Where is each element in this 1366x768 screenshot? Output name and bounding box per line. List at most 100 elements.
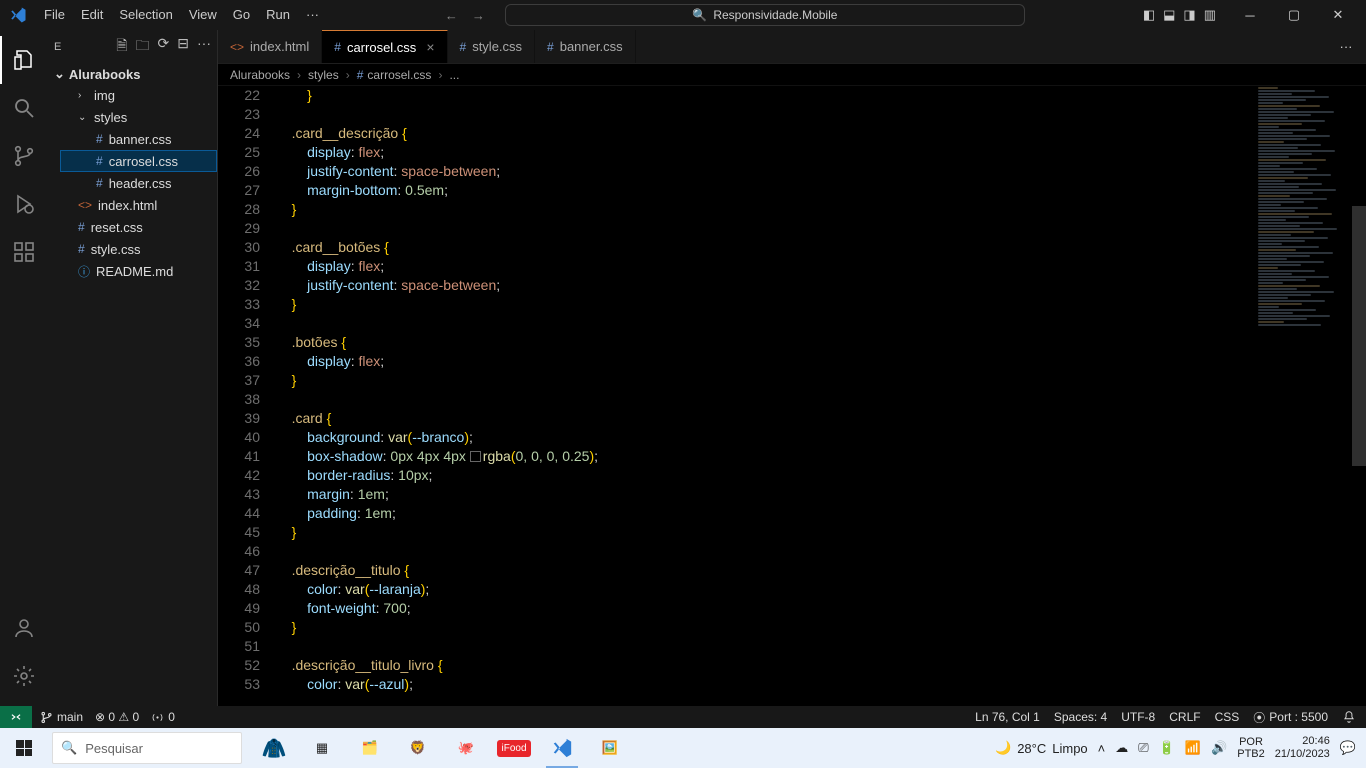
- tree-item-styles[interactable]: ⌄styles: [60, 106, 217, 128]
- taskbar-app-jackets[interactable]: 🧥: [250, 728, 298, 768]
- indentation-status[interactable]: Spaces: 4: [1054, 710, 1107, 724]
- tree-item-carrosel-css[interactable]: #carrosel.css: [60, 150, 217, 172]
- taskbar-app-explorer[interactable]: 🗂️: [346, 728, 394, 768]
- extensions-tab[interactable]: [0, 228, 48, 276]
- window-minimize-button[interactable]: ─: [1228, 0, 1272, 30]
- explorer-tab[interactable]: [0, 36, 48, 84]
- css-file-icon: #: [547, 40, 554, 54]
- root-folder[interactable]: ⌄ Alurabooks: [48, 64, 217, 84]
- scroll-thumb-overview[interactable]: [1352, 206, 1366, 466]
- tab-style-css[interactable]: #style.css: [448, 30, 536, 63]
- taskbar-app-github[interactable]: 🐙: [442, 728, 490, 768]
- language-mode[interactable]: CSS: [1215, 710, 1240, 724]
- window-close-button[interactable]: ✕: [1316, 0, 1360, 30]
- tab-carrosel-css[interactable]: #carrosel.css×: [322, 30, 447, 63]
- tray-onedrive-icon[interactable]: ☁: [1115, 740, 1128, 756]
- tray-wifi-icon[interactable]: 📶: [1185, 740, 1201, 756]
- more-icon[interactable]: ···: [197, 35, 211, 59]
- run-debug-tab[interactable]: [0, 180, 48, 228]
- taskbar-app-ifood[interactable]: iFood: [490, 728, 538, 768]
- breadcrumb-segment[interactable]: #carrosel.css: [357, 68, 432, 82]
- tree-item-img[interactable]: ›img: [60, 84, 217, 106]
- taskbar-search[interactable]: 🔍 Pesquisar: [52, 732, 242, 764]
- code-content[interactable]: } .card__descrição { display: flex; just…: [276, 86, 1366, 706]
- toggle-panel-left-icon[interactable]: ◧: [1143, 7, 1155, 23]
- tab-index-html[interactable]: <>index.html: [218, 30, 322, 63]
- chevron-down-icon: ⌄: [54, 66, 65, 82]
- search-icon: 🔍: [692, 8, 707, 22]
- code-editor[interactable]: 2223242526272829303132333435363738394041…: [218, 86, 1366, 706]
- tree-item-README-md[interactable]: ⓘREADME.md: [60, 260, 217, 282]
- taskbar-app-brave[interactable]: 🦁: [394, 728, 442, 768]
- tray-clock[interactable]: 20:46 21/10/2023: [1275, 735, 1330, 761]
- css-file-icon: #: [96, 176, 103, 190]
- menu-file[interactable]: File: [36, 0, 73, 30]
- customize-layout-icon[interactable]: ▥: [1204, 7, 1216, 23]
- tray-chevron-icon[interactable]: ˄: [1098, 741, 1106, 756]
- notifications-button[interactable]: [1342, 710, 1356, 724]
- menu-go[interactable]: Go: [225, 0, 258, 30]
- breadcrumb-segment[interactable]: ...: [449, 68, 459, 82]
- ports-count: 0: [168, 710, 175, 724]
- tree-item-reset-css[interactable]: #reset.css: [60, 216, 217, 238]
- tree-item-header-css[interactable]: #header.css: [60, 172, 217, 194]
- editor-group: <>index.html#carrosel.css×#style.css#ban…: [218, 30, 1366, 706]
- encoding-status[interactable]: UTF-8: [1121, 710, 1155, 724]
- breadcrumb-separator: ›: [294, 68, 304, 82]
- menu-edit[interactable]: Edit: [73, 0, 111, 30]
- tree-item-label: style.css: [91, 242, 141, 257]
- tray-notifications-icon[interactable]: 💬: [1340, 740, 1356, 756]
- ports-status[interactable]: 0: [151, 710, 175, 724]
- refresh-icon[interactable]: ⟳: [158, 35, 170, 59]
- breadcrumbs[interactable]: Alurabooks›styles›#carrosel.css›...: [218, 64, 1366, 86]
- tab-overflow-button[interactable]: ···: [1326, 30, 1366, 63]
- remote-indicator[interactable]: [0, 706, 32, 728]
- tab-close-icon[interactable]: ×: [422, 39, 434, 55]
- menu-moremoremore[interactable]: ···: [298, 0, 327, 30]
- problems-status[interactable]: ⊗ 0 ⚠ 0: [95, 710, 139, 724]
- new-folder-icon[interactable]: 🗀: [136, 35, 150, 59]
- window-maximize-button[interactable]: ▢: [1272, 0, 1316, 30]
- taskbar-app-photos[interactable]: 🖼️: [586, 728, 634, 768]
- tree-item-index-html[interactable]: <>index.html: [60, 194, 217, 216]
- toggle-panel-right-icon[interactable]: ◨: [1183, 7, 1195, 23]
- nav-forward-icon[interactable]: →: [472, 8, 485, 23]
- collapse-icon[interactable]: ⊟: [177, 35, 189, 59]
- radio-icon: [151, 711, 164, 724]
- cursor-position[interactable]: Ln 76, Col 1: [975, 710, 1040, 724]
- tab-label: index.html: [250, 39, 309, 54]
- start-button[interactable]: [0, 728, 48, 768]
- breadcrumb-segment[interactable]: Alurabooks: [230, 68, 290, 82]
- vertical-scrollbar[interactable]: [1352, 86, 1366, 706]
- tab-banner-css[interactable]: #banner.css: [535, 30, 636, 63]
- minimap[interactable]: [1252, 86, 1352, 706]
- eol-status[interactable]: CRLF: [1169, 710, 1200, 724]
- weather-temp: 28°C: [1017, 741, 1046, 756]
- info-file-icon: ⓘ: [78, 263, 90, 280]
- weather-widget[interactable]: 🌙 28°C Limpo: [995, 740, 1088, 756]
- tray-battery-icon[interactable]: 🔋: [1159, 740, 1175, 756]
- toggle-panel-bottom-icon[interactable]: ⬓: [1163, 7, 1175, 23]
- tray-meet-icon[interactable]: ⎚: [1138, 740, 1148, 756]
- command-center-search[interactable]: 🔍 Responsividade.Mobile: [505, 4, 1025, 26]
- accounts-button[interactable]: [0, 604, 48, 652]
- settings-button[interactable]: [0, 652, 48, 700]
- tree-item-banner-css[interactable]: #banner.css: [60, 128, 217, 150]
- menu-selection[interactable]: Selection: [111, 0, 180, 30]
- nav-back-icon[interactable]: ←: [445, 8, 458, 23]
- git-branch-status[interactable]: main: [40, 710, 83, 724]
- source-control-tab[interactable]: [0, 132, 48, 180]
- tray-language[interactable]: POR PTB2: [1237, 736, 1265, 760]
- tree-item-style-css[interactable]: #style.css: [60, 238, 217, 260]
- menu-run[interactable]: Run: [258, 0, 298, 30]
- new-file-icon[interactable]: 🗎: [116, 35, 127, 59]
- tray-volume-icon[interactable]: 🔊: [1211, 740, 1227, 756]
- taskbar-app-taskview[interactable]: ▦: [298, 728, 346, 768]
- explorer-header: E 🗎 🗀 ⟳ ⊟ ···: [48, 30, 217, 64]
- bell-icon: [1342, 710, 1356, 724]
- search-tab[interactable]: [0, 84, 48, 132]
- menu-view[interactable]: View: [181, 0, 225, 30]
- breadcrumb-segment[interactable]: styles: [308, 68, 339, 82]
- taskbar-app-vscode[interactable]: [538, 728, 586, 768]
- live-server-status[interactable]: ⦿ Port : 5500: [1253, 709, 1328, 726]
